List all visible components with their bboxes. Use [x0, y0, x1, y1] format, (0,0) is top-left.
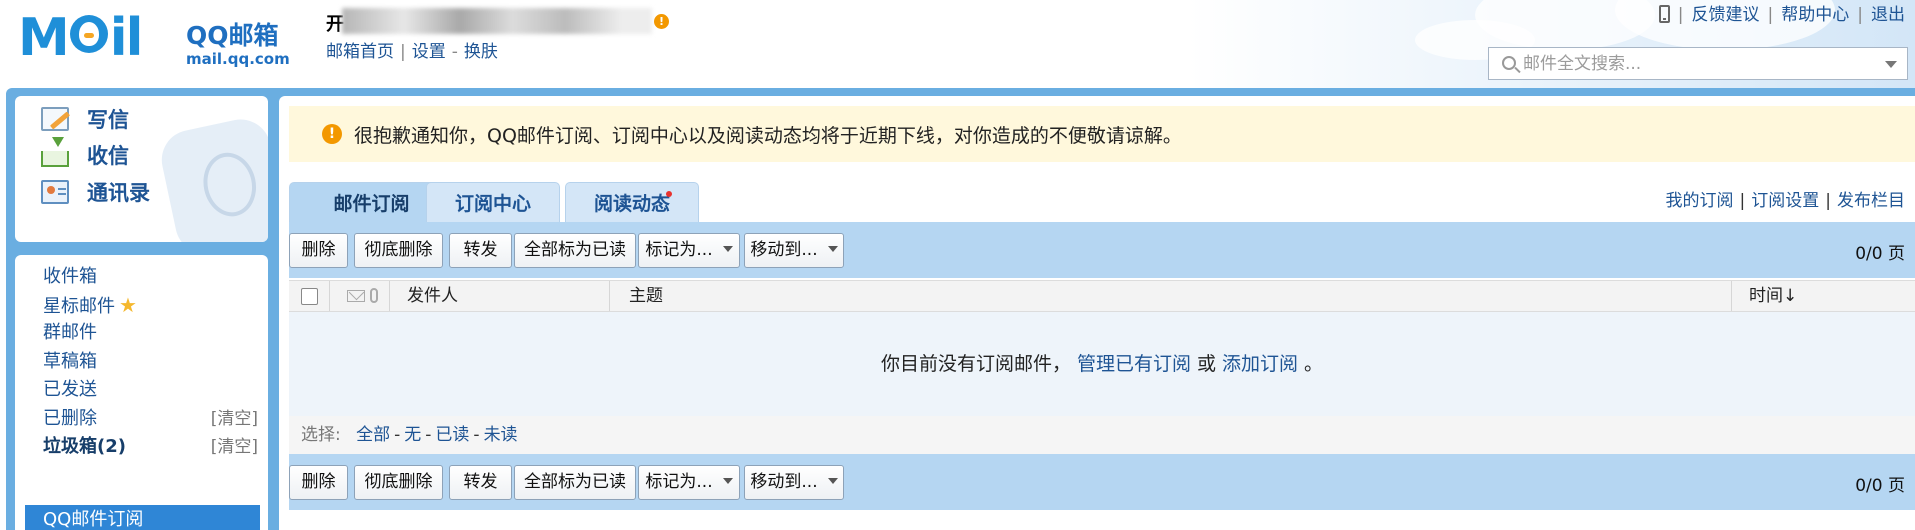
bottom-toolbar: 删除 彻底删除 转发 全部标为已读 标记为... 移动到... 0/0 页	[289, 454, 1915, 510]
search-box[interactable]	[1488, 47, 1908, 80]
attachment-icon	[370, 288, 378, 303]
header-bar: Mil QQ邮箱 mail.qq.com 开 ! 邮箱首页 | 设置 - 换肤 | 反馈建…	[0, 0, 1915, 88]
penguin-logo-icon	[69, 15, 108, 53]
search-dropdown-icon[interactable]	[1885, 61, 1897, 68]
select-none-link[interactable]: 无	[404, 425, 421, 445]
chevron-down-icon	[827, 478, 838, 484]
folder-drafts[interactable]: 草稿箱	[43, 348, 97, 376]
help-center-link[interactable]: 帮助中心	[1781, 5, 1849, 25]
logo-text: QQ邮箱	[186, 21, 279, 50]
star-icon: ★	[119, 293, 137, 317]
move-to-dropdown[interactable]: 移动到...	[744, 465, 844, 500]
main-panel: ! 很抱歉通知你，QQ邮件订阅、订阅中心以及阅读动态均将于近期下线，对你造成的不…	[279, 96, 1915, 530]
contacts-icon	[41, 180, 69, 204]
envelope-icon	[347, 290, 365, 302]
search-icon	[1502, 56, 1516, 70]
forward-button[interactable]: 转发	[449, 465, 512, 500]
page-indicator: 0/0 页	[1855, 244, 1905, 264]
stamp-watermark	[156, 113, 268, 242]
feedback-link[interactable]: 反馈建议	[1692, 5, 1760, 25]
folder-qq-subscriptions[interactable]: QQ邮件订阅	[25, 505, 260, 530]
folder-group-mail[interactable]: 群邮件	[43, 319, 97, 347]
column-subject[interactable]: 主题	[629, 281, 663, 311]
subscription-links: 我的订阅 | 订阅设置 | 发布栏目	[1665, 191, 1905, 211]
logo-mark: Mil	[18, 8, 143, 68]
inbox-icon	[41, 137, 69, 167]
mail-list-header: 发件人 主题 时间↓	[289, 280, 1915, 312]
chevron-down-icon	[722, 246, 733, 252]
select-row: 选择: 全部 - 无 - 已读 - 未读	[289, 416, 1915, 454]
delete-permanently-button[interactable]: 彻底删除	[354, 233, 443, 268]
mark-as-dropdown[interactable]: 标记为...	[638, 233, 740, 268]
folder-inbox[interactable]: 收件箱	[43, 263, 97, 291]
qq-mail-logo[interactable]: Mil QQ邮箱 mail.qq.com	[18, 8, 298, 68]
new-activity-dot	[666, 191, 672, 197]
tab-reading-activity[interactable]: 阅读动态	[565, 182, 699, 222]
settings-link[interactable]: 设置	[412, 42, 446, 62]
folder-spam[interactable]: 垃圾箱(2)	[43, 433, 126, 461]
publish-column-link[interactable]: 发布栏目	[1837, 191, 1905, 211]
mobile-phone-icon[interactable]	[1658, 5, 1670, 23]
change-skin-link[interactable]: 换肤	[464, 42, 498, 62]
search-input[interactable]	[1523, 50, 1863, 77]
tab-subscription-center[interactable]: 订阅中心	[426, 182, 560, 222]
contacts-button[interactable]: 通讯录	[41, 177, 150, 207]
clear-spam-link[interactable]: [清空]	[211, 433, 258, 461]
compose-button[interactable]: 写信	[41, 104, 129, 134]
alert-icon[interactable]: !	[654, 14, 669, 29]
select-read-link[interactable]: 已读	[435, 425, 469, 445]
add-subscription-link[interactable]: 添加订阅	[1222, 353, 1298, 375]
warning-icon: !	[322, 124, 342, 144]
my-subscriptions-link[interactable]: 我的订阅	[1666, 191, 1734, 211]
folder-starred[interactable]: 星标邮件 ★	[43, 291, 137, 319]
notice-text: 很抱歉通知你，QQ邮件订阅、订阅中心以及阅读动态均将于近期下线，对你造成的不便敬…	[354, 124, 1182, 147]
delete-button[interactable]: 删除	[289, 233, 348, 268]
subscription-settings-link[interactable]: 订阅设置	[1751, 191, 1819, 211]
select-all-checkbox[interactable]	[301, 288, 318, 305]
column-sender[interactable]: 发件人	[407, 281, 458, 311]
quick-actions-panel: 写信 收信 通讯录	[15, 96, 268, 242]
top-toolbar: 删除 彻底删除 转发 全部标为已读 标记为... 移动到... 0/0 页	[289, 222, 1915, 278]
logo-url: mail.qq.com	[186, 50, 290, 68]
manage-subscriptions-link[interactable]: 管理已有订阅	[1077, 353, 1191, 375]
mark-all-read-button[interactable]: 全部标为已读	[514, 465, 636, 500]
chevron-down-icon	[722, 478, 733, 484]
select-unread-link[interactable]: 未读	[484, 425, 518, 445]
delete-permanently-button[interactable]: 彻底删除	[354, 465, 443, 500]
user-links: 邮箱首页 | 设置 - 换肤	[326, 42, 498, 62]
compose-icon	[41, 107, 69, 131]
folder-sent[interactable]: 已发送	[43, 376, 97, 404]
notice-banner: ! 很抱歉通知你，QQ邮件订阅、订阅中心以及阅读动态均将于近期下线，对你造成的不…	[289, 106, 1915, 162]
mark-all-read-button[interactable]: 全部标为已读	[514, 233, 636, 268]
move-to-dropdown[interactable]: 移动到...	[744, 233, 844, 268]
mailbox-home-link[interactable]: 邮箱首页	[326, 42, 394, 62]
select-all-link[interactable]: 全部	[356, 425, 390, 445]
top-links: | 反馈建议 | 帮助中心 | 退出	[1658, 0, 1905, 25]
page-indicator: 0/0 页	[1855, 476, 1905, 496]
logout-link[interactable]: 退出	[1871, 5, 1905, 25]
folder-list: 收件箱 星标邮件 ★ 群邮件 草稿箱 已发送 已删除 [清空] 垃圾箱(2) [清…	[15, 255, 268, 530]
receive-mail-button[interactable]: 收信	[41, 137, 129, 170]
user-account-redacted	[342, 8, 652, 34]
empty-state: 你目前没有订阅邮件， 管理已有订阅或添加订阅。	[289, 312, 1915, 416]
chevron-down-icon	[827, 246, 838, 252]
forward-button[interactable]: 转发	[449, 233, 512, 268]
delete-button[interactable]: 删除	[289, 465, 348, 500]
column-time[interactable]: 时间↓	[1749, 281, 1797, 311]
mark-as-dropdown[interactable]: 标记为...	[638, 465, 740, 500]
clear-deleted-link[interactable]: [清空]	[211, 405, 258, 433]
folder-deleted[interactable]: 已删除	[43, 405, 97, 433]
